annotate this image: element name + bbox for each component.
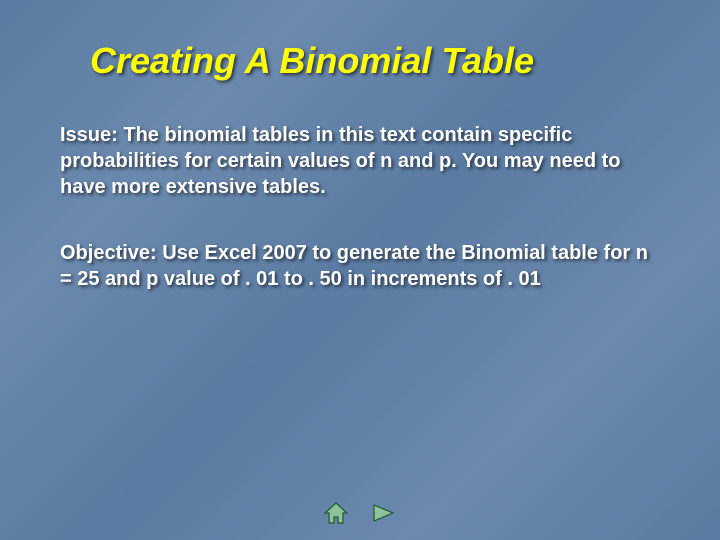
slide-container: Creating A Binomial Table Issue: The bin… [0, 0, 720, 540]
play-icon [371, 502, 397, 529]
issue-text: Issue: The binomial tables in this text … [60, 122, 660, 200]
home-icon [323, 501, 349, 530]
home-button[interactable] [322, 502, 350, 528]
nav-button-row [322, 502, 398, 528]
objective-text: Objective: Use Excel 2007 to generate th… [60, 240, 660, 292]
next-button[interactable] [370, 502, 398, 528]
slide-title: Creating A Binomial Table [90, 40, 660, 82]
